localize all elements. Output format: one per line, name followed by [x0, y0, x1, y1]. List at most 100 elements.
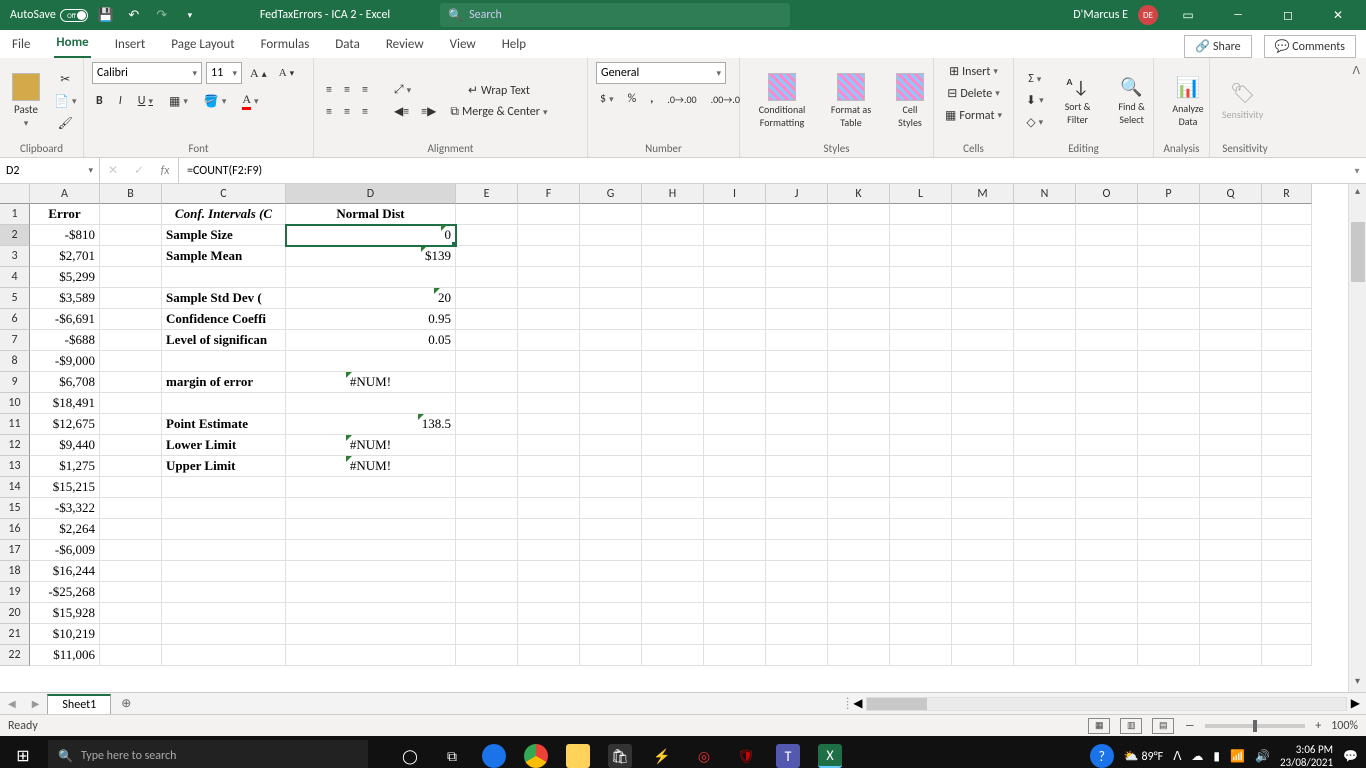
cell-Q3[interactable]: [1200, 246, 1262, 267]
cell-P19[interactable]: [1138, 582, 1200, 603]
sheet-nav-next[interactable]: ▶: [24, 697, 48, 710]
column-header-K[interactable]: K: [828, 184, 890, 204]
autosave-toggle[interactable]: AutoSave Off: [10, 8, 88, 22]
cell-J18[interactable]: [766, 561, 828, 582]
row-header-4[interactable]: 4: [0, 267, 30, 288]
cell-P11[interactable]: [1138, 414, 1200, 435]
cell-J9[interactable]: [766, 372, 828, 393]
cell-P1[interactable]: [1138, 204, 1200, 225]
cell-N22[interactable]: [1014, 645, 1076, 666]
comments-button[interactable]: 💬 Comments: [1264, 35, 1356, 58]
cell-K18[interactable]: [828, 561, 890, 582]
cell-N8[interactable]: [1014, 351, 1076, 372]
cell-C8[interactable]: [162, 351, 286, 372]
select-all-corner[interactable]: [0, 184, 30, 204]
sheet-nav-prev[interactable]: ◀: [0, 697, 24, 710]
cell-H12[interactable]: [642, 435, 704, 456]
accept-formula-icon[interactable]: ✓: [126, 163, 152, 178]
cell-L3[interactable]: [890, 246, 952, 267]
cell-I10[interactable]: [704, 393, 766, 414]
align-middle-button[interactable]: ≡: [340, 81, 354, 99]
cell-P13[interactable]: [1138, 456, 1200, 477]
menu-item-help[interactable]: Help: [500, 33, 528, 58]
cell-O7[interactable]: [1076, 330, 1138, 351]
cell-I20[interactable]: [704, 603, 766, 624]
cell-H17[interactable]: [642, 540, 704, 561]
decrease-font-button[interactable]: A▾: [275, 65, 299, 81]
cell-B17[interactable]: [100, 540, 162, 561]
cell-J15[interactable]: [766, 498, 828, 519]
column-header-N[interactable]: N: [1014, 184, 1076, 204]
cell-D21[interactable]: [286, 624, 456, 645]
autosum-button[interactable]: Σ▾: [1022, 70, 1048, 88]
cell-R8[interactable]: [1262, 351, 1312, 372]
redo-icon[interactable]: ↷: [152, 5, 172, 25]
cell-F18[interactable]: [518, 561, 580, 582]
cell-J10[interactable]: [766, 393, 828, 414]
maximize-icon[interactable]: ◻: [1268, 0, 1308, 30]
cell-A2[interactable]: -$810: [30, 225, 100, 246]
column-header-P[interactable]: P: [1138, 184, 1200, 204]
orientation-button[interactable]: ⤢▾: [390, 81, 415, 99]
row-header-10[interactable]: 10: [0, 393, 30, 414]
row-header-14[interactable]: 14: [0, 477, 30, 498]
cell-L7[interactable]: [890, 330, 952, 351]
decrease-indent-button[interactable]: ◀≡: [390, 102, 413, 121]
cell-J7[interactable]: [766, 330, 828, 351]
cell-G12[interactable]: [580, 435, 642, 456]
cell-F20[interactable]: [518, 603, 580, 624]
cell-M3[interactable]: [952, 246, 1014, 267]
task-view-icon[interactable]: ⧉: [440, 744, 464, 768]
cell-A17[interactable]: -$6,009: [30, 540, 100, 561]
notifications-icon[interactable]: 💬: [1343, 749, 1358, 764]
cell-M13[interactable]: [952, 456, 1014, 477]
cell-E11[interactable]: [456, 414, 518, 435]
analyze-data-button[interactable]: 📊Analyze Data: [1162, 73, 1214, 130]
delete-cells-button[interactable]: ⊟Delete▾: [942, 84, 1005, 103]
italic-button[interactable]: I: [115, 92, 126, 110]
bold-button[interactable]: B: [92, 92, 107, 110]
align-top-button[interactable]: ≡: [322, 81, 336, 99]
cell-H4[interactable]: [642, 267, 704, 288]
cell-I11[interactable]: [704, 414, 766, 435]
cell-Q4[interactable]: [1200, 267, 1262, 288]
cell-E13[interactable]: [456, 456, 518, 477]
cell-R12[interactable]: [1262, 435, 1312, 456]
cell-N6[interactable]: [1014, 309, 1076, 330]
cell-L5[interactable]: [890, 288, 952, 309]
cell-K15[interactable]: [828, 498, 890, 519]
cells-area[interactable]: ErrorConf. Intervals (CNormal Dist-$810S…: [30, 204, 1348, 692]
cell-H6[interactable]: [642, 309, 704, 330]
close-icon[interactable]: ✕: [1318, 0, 1358, 30]
cell-R14[interactable]: [1262, 477, 1312, 498]
row-header-12[interactable]: 12: [0, 435, 30, 456]
cell-A10[interactable]: $18,491: [30, 393, 100, 414]
cell-L19[interactable]: [890, 582, 952, 603]
cell-Q15[interactable]: [1200, 498, 1262, 519]
row-header-7[interactable]: 7: [0, 330, 30, 351]
cell-G14[interactable]: [580, 477, 642, 498]
cell-G5[interactable]: [580, 288, 642, 309]
cell-M22[interactable]: [952, 645, 1014, 666]
cell-G22[interactable]: [580, 645, 642, 666]
cell-P6[interactable]: [1138, 309, 1200, 330]
cell-C12[interactable]: Lower Limit: [162, 435, 286, 456]
cell-N7[interactable]: [1014, 330, 1076, 351]
qat-customize-icon[interactable]: ▾: [180, 5, 200, 25]
cell-D7[interactable]: 0.05: [286, 330, 456, 351]
cell-K6[interactable]: [828, 309, 890, 330]
volume-icon[interactable]: 🔊: [1255, 749, 1270, 764]
cell-I3[interactable]: [704, 246, 766, 267]
cell-O19[interactable]: [1076, 582, 1138, 603]
cell-P10[interactable]: [1138, 393, 1200, 414]
cell-I19[interactable]: [704, 582, 766, 603]
cell-H8[interactable]: [642, 351, 704, 372]
cell-A14[interactable]: $15,215: [30, 477, 100, 498]
cell-H18[interactable]: [642, 561, 704, 582]
cell-C11[interactable]: Point Estimate: [162, 414, 286, 435]
format-cells-button[interactable]: ▦Format▾: [942, 106, 1005, 125]
row-header-22[interactable]: 22: [0, 645, 30, 666]
cell-A20[interactable]: $15,928: [30, 603, 100, 624]
cell-C19[interactable]: [162, 582, 286, 603]
cell-L2[interactable]: [890, 225, 952, 246]
